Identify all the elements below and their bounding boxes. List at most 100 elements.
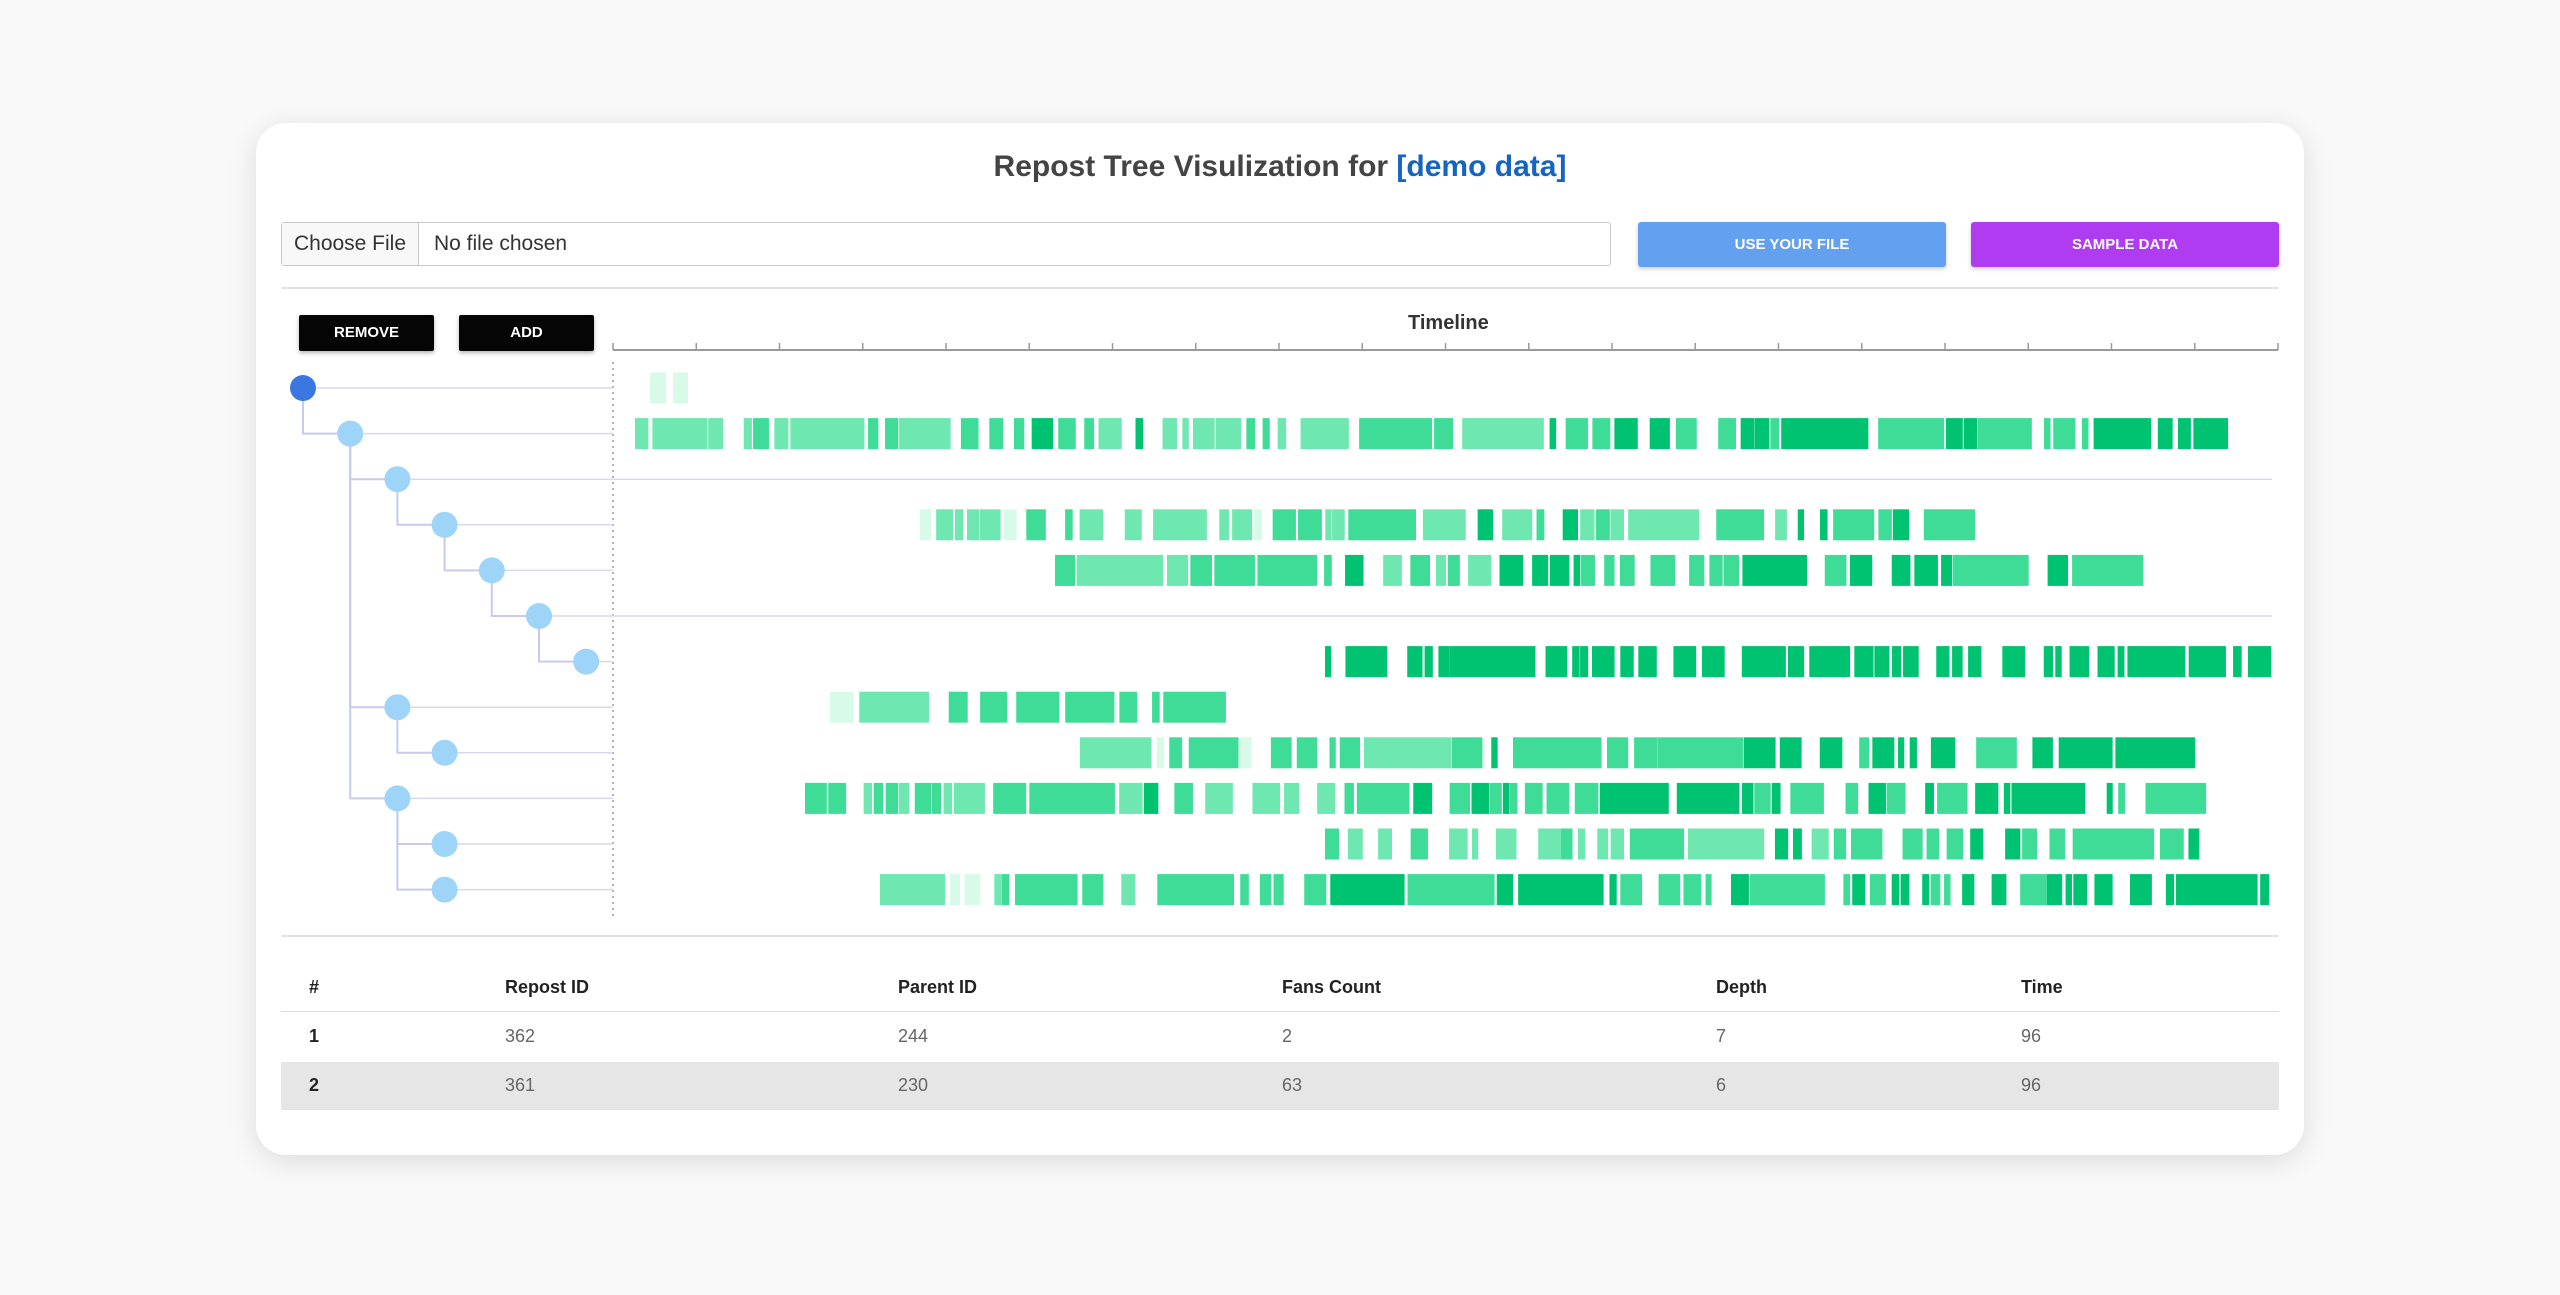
- timeline-activity-bar: [1658, 874, 1681, 906]
- timeline-activity-bar: [1451, 737, 1483, 769]
- repost-node: [478, 557, 505, 584]
- timeline-activity-bar: [1614, 418, 1638, 450]
- timeline-activity-bar: [1549, 418, 1557, 450]
- timeline-activity-bar: [2003, 782, 2011, 814]
- timeline-activity-bar: [1781, 418, 1869, 450]
- timeline-activity-bar: [2072, 828, 2155, 860]
- timeline-activity-bar: [2046, 874, 2063, 906]
- timeline-activity-bar: [1650, 554, 1676, 586]
- timeline-activity-bar: [1676, 782, 1740, 814]
- timeline-activity-bar: [1852, 874, 1866, 906]
- timeline-activity-bar: [1903, 646, 1919, 678]
- timeline-activity-bar: [2159, 828, 2184, 860]
- timeline-activity-bar: [1620, 874, 1643, 906]
- timeline-activity-bar: [885, 418, 899, 450]
- timeline-activity-bar: [1843, 874, 1851, 906]
- timeline-activity-bar: [1886, 782, 1906, 814]
- timeline-activity-bar: [1410, 828, 1428, 860]
- timeline-activity-bar: [1538, 828, 1561, 860]
- timeline-activity-bar: [1898, 737, 1905, 769]
- timeline-activity-bar: [1219, 509, 1230, 541]
- table-cell: 2: [1282, 1026, 1293, 1046]
- timeline-activity-bar: [1743, 737, 1776, 769]
- timeline-activity-bar: [1809, 646, 1851, 678]
- timeline-activity-bar: [2157, 418, 2173, 450]
- timeline-activity-bar: [1892, 509, 1910, 541]
- timeline-activity-bar: [652, 418, 708, 450]
- repost-node: [573, 648, 600, 675]
- timeline-activity-bar: [1257, 554, 1318, 586]
- timeline-activity-bar: [2118, 782, 2126, 814]
- timeline-activity-bar: [885, 782, 899, 814]
- timeline-activity-bar: [1705, 874, 1712, 906]
- repost-node: [526, 603, 552, 629]
- timeline-activity-bar: [1730, 874, 1749, 906]
- timeline-activity-bar: [1975, 782, 1999, 814]
- timeline-activity-bar: [979, 509, 1001, 541]
- timeline-activity-bar: [1524, 782, 1543, 814]
- timeline-activity-bar: [2175, 874, 2258, 906]
- timeline-activity-bar: [1214, 554, 1255, 586]
- timeline-activity-bar: [1259, 874, 1272, 906]
- timeline-activity-bar: [1345, 554, 1364, 586]
- timeline-activity-bar: [1347, 828, 1363, 860]
- timeline-activity-bar: [2044, 418, 2051, 450]
- timeline-activity-bar: [964, 874, 981, 906]
- timeline-activity-bar: [1609, 874, 1617, 906]
- timeline-activity-bar: [790, 418, 865, 450]
- timeline-activity-bar: [1152, 691, 1160, 723]
- timeline-activity-bar: [708, 418, 723, 450]
- timeline-activity-bar: [1499, 554, 1524, 586]
- timeline-activity-bar: [1422, 509, 1466, 541]
- timeline-activity-bar: [1119, 782, 1143, 814]
- add-button[interactable]: ADD: [459, 315, 594, 351]
- timeline-activity-bar: [1937, 782, 1968, 814]
- timeline-activity-bar: [1076, 554, 1164, 586]
- timeline-activity-bar: [1491, 737, 1498, 769]
- timeline-activity-bar: [1597, 828, 1609, 860]
- timeline-activity-bar: [2055, 646, 2062, 678]
- timeline-activity-bar: [1574, 782, 1599, 814]
- table-header-cell: Depth: [1716, 977, 1767, 997]
- table-cell: 63: [1282, 1075, 1303, 1095]
- timeline-activity-bar: [1098, 418, 1122, 450]
- timeline-activity-bar: [1502, 782, 1510, 814]
- timeline-activity-bar: [1082, 874, 1104, 906]
- timeline-activity-bar: [1718, 418, 1736, 450]
- remove-button[interactable]: REMOVE: [299, 315, 434, 351]
- timeline-activity-bar: [2002, 646, 2026, 678]
- timeline-activity-bar: [1413, 782, 1433, 814]
- timeline-activity-bar: [1332, 509, 1345, 541]
- timeline-activity-bar: [2177, 418, 2191, 450]
- timeline-activity-bar: [1577, 828, 1586, 860]
- timeline-activity-bar: [1596, 509, 1610, 541]
- timeline-activity-bar: [1188, 737, 1239, 769]
- timeline-activity-bar: [1779, 737, 1802, 769]
- timeline-activity-bar: [1709, 554, 1723, 586]
- timeline-activity-bar: [2115, 737, 2196, 769]
- timeline-activity-bar: [1065, 691, 1115, 723]
- timeline-activity-bar: [1262, 418, 1270, 450]
- repost-node: [431, 876, 458, 903]
- timeline-activity-bar: [1536, 509, 1545, 541]
- timeline-activity-bar: [1549, 554, 1570, 586]
- timeline-activity-bar: [1273, 874, 1284, 906]
- timeline-activity-bar: [1606, 737, 1629, 769]
- timeline-activity-bar: [1124, 509, 1142, 541]
- timeline-activity-bar: [2005, 828, 2021, 860]
- timeline-activity-bar: [2260, 874, 2270, 906]
- timeline-activity-bar: [1749, 874, 1825, 906]
- timeline-activity-bar: [1868, 782, 1886, 814]
- timeline-activity-bar: [2047, 554, 2069, 586]
- timeline-activity-bar: [966, 509, 980, 541]
- timeline-activity-bar: [1944, 874, 1951, 906]
- timeline-activity-bar: [1434, 418, 1453, 450]
- table-header-cell: Fans Count: [1282, 977, 1381, 997]
- timeline-activity-bar: [1742, 554, 1808, 586]
- timeline-activity-bar: [1324, 554, 1332, 586]
- timeline-activity-bar: [1923, 509, 1976, 541]
- timeline-activity-bar: [2193, 418, 2229, 450]
- timeline-activity-bar: [1215, 418, 1242, 450]
- timeline-activity-bar: [1572, 646, 1580, 678]
- timeline-activity-bar: [1946, 828, 1964, 860]
